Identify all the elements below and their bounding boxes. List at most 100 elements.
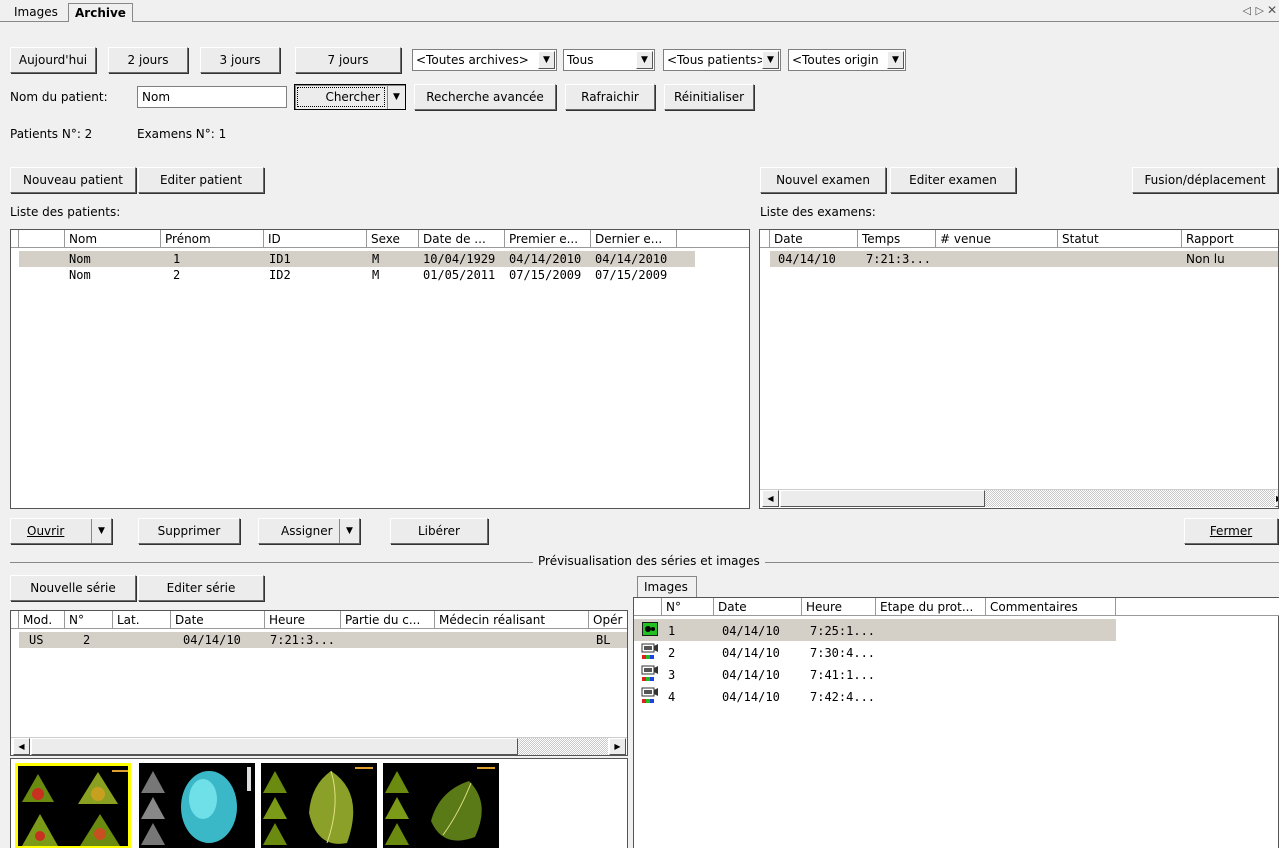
- edit-patient-button[interactable]: Editer patient: [138, 167, 264, 193]
- scrollbar-thumb[interactable]: [31, 738, 518, 755]
- column-header[interactable]: Heure: [802, 598, 876, 616]
- chevron-down-icon[interactable]: ▼: [387, 85, 405, 109]
- series-thumbnail[interactable]: [261, 763, 377, 848]
- column-header[interactable]: # venue: [936, 230, 1058, 248]
- column-header[interactable]: Prénom: [161, 230, 264, 248]
- table-cell: Non lu: [1186, 252, 1225, 266]
- column-header[interactable]: Sexe: [367, 230, 419, 248]
- close-button[interactable]: Fermer: [1184, 518, 1278, 544]
- tab-archive[interactable]: Archive: [68, 3, 133, 22]
- scroll-right-icon[interactable]: ▶: [1275, 490, 1278, 507]
- scrollbar-track[interactable]: [518, 738, 608, 755]
- release-button[interactable]: Libérer: [390, 518, 488, 544]
- 7-days-button[interactable]: 7 jours: [295, 47, 401, 73]
- chevron-down-icon[interactable]: ▼: [91, 519, 111, 543]
- column-header[interactable]: Heure: [265, 611, 341, 629]
- column-header[interactable]: Statut: [1058, 230, 1182, 248]
- reset-button[interactable]: Réinitialiser: [664, 84, 754, 110]
- table-cell: ID2: [269, 268, 291, 282]
- open-button[interactable]: Ouvrir ▼: [10, 518, 112, 544]
- table-cell: 2: [173, 268, 181, 282]
- 2-days-button[interactable]: 2 jours: [108, 47, 188, 73]
- new-exam-button[interactable]: Nouvel examen: [760, 167, 886, 193]
- column-header[interactable]: Partie du c...: [341, 611, 435, 629]
- column-header[interactable]: N°: [662, 598, 714, 616]
- 3-days-button[interactable]: 3 jours: [200, 47, 280, 73]
- patients-select[interactable]: <Tous patients> ▼: [663, 49, 781, 71]
- scrollbar-track[interactable]: [985, 490, 1275, 507]
- column-header[interactable]: Mod.: [19, 611, 65, 629]
- patients-select-value: <Tous patients>: [667, 53, 767, 67]
- assign-button[interactable]: Assigner ▼: [258, 518, 360, 544]
- table-cell: Nom: [69, 268, 91, 282]
- image-icon: [642, 622, 658, 636]
- table-cell: 10/04/1929: [423, 252, 496, 266]
- column-header[interactable]: Etape du prot...: [876, 598, 986, 616]
- new-patient-button[interactable]: Nouveau patient: [10, 167, 136, 193]
- column-header[interactable]: N°: [65, 611, 113, 629]
- advanced-search-button[interactable]: Recherche avancée: [414, 84, 556, 110]
- scroll-right-icon[interactable]: ▶: [609, 738, 626, 755]
- series-table: Mod. N° Lat. Date Heure Partie du c... M…: [10, 610, 628, 756]
- series-horizontal-scrollbar[interactable]: ◀ ▶: [11, 737, 627, 755]
- scrollbar-thumb[interactable]: [780, 490, 985, 507]
- archives-select[interactable]: <Toutes archives> ▼: [412, 49, 557, 71]
- origin-select[interactable]: <Toutes origin ▼: [788, 49, 906, 71]
- thumbnails-panel: [10, 758, 628, 848]
- search-button-label: Chercher: [297, 87, 385, 107]
- column-header[interactable]: Rapport: [1182, 230, 1278, 248]
- scroll-left-icon[interactable]: ◀: [762, 490, 779, 507]
- chevron-down-icon[interactable]: ▼: [636, 51, 653, 69]
- table-cell: US: [29, 633, 44, 647]
- close-icon[interactable]: ✕: [1267, 3, 1277, 17]
- column-header[interactable]: Commentaires: [986, 598, 1116, 616]
- column-header[interactable]: Lat.: [113, 611, 171, 629]
- delete-button[interactable]: Supprimer: [138, 518, 240, 544]
- edit-series-button[interactable]: Editer série: [138, 575, 264, 601]
- series-thumbnail[interactable]: [383, 763, 499, 848]
- edit-exam-button[interactable]: Editer examen: [890, 167, 1016, 193]
- today-button[interactable]: Aujourd'hui: [10, 47, 96, 73]
- top-tab-bar: Images Archive ◁ ▷ ✕: [0, 0, 1279, 22]
- tous-select[interactable]: Tous ▼: [563, 49, 655, 71]
- prev-arrow-icon[interactable]: ◁: [1243, 4, 1251, 17]
- patient-name-input[interactable]: Nom: [137, 86, 287, 108]
- new-series-button[interactable]: Nouvelle série: [10, 575, 136, 601]
- column-header[interactable]: Opér: [589, 611, 627, 629]
- table-cell: 2: [83, 633, 91, 647]
- column-header[interactable]: Date de ...: [419, 230, 505, 248]
- patients-table: Nom Prénom ID Sexe Date de ... Premier e…: [10, 229, 750, 509]
- table-header-spacer: [760, 230, 770, 248]
- column-header[interactable]: Date: [171, 611, 265, 629]
- column-header[interactable]: Premier e...: [505, 230, 591, 248]
- exams-horizontal-scrollbar[interactable]: ◀ ▶: [760, 489, 1278, 507]
- refresh-button[interactable]: Rafraichir: [565, 84, 655, 110]
- table-cell: 04/14/10: [183, 633, 241, 647]
- table-cell: 07/15/2009: [509, 268, 582, 282]
- table-cell: 04/14/10: [722, 624, 780, 638]
- column-header[interactable]: Temps: [858, 230, 936, 248]
- tab-images[interactable]: Images: [8, 3, 64, 22]
- column-header[interactable]: Date: [770, 230, 858, 248]
- table-cell: 7:42:4...: [810, 690, 876, 704]
- video-clip-icon: [641, 643, 658, 659]
- next-arrow-icon[interactable]: ▷: [1256, 4, 1264, 17]
- table-cell: 1: [173, 252, 181, 266]
- images-tab[interactable]: Images: [637, 576, 697, 598]
- column-header[interactable]: Nom: [65, 230, 161, 248]
- table-header-spacer: [1116, 598, 1279, 616]
- column-header[interactable]: ID: [264, 230, 367, 248]
- series-thumbnail[interactable]: [139, 763, 255, 848]
- search-button[interactable]: Chercher ▼: [294, 84, 406, 110]
- column-header[interactable]: Médecin réalisant: [435, 611, 589, 629]
- chevron-down-icon[interactable]: ▼: [538, 51, 555, 69]
- chevron-down-icon[interactable]: ▼: [887, 51, 904, 69]
- merge-move-button[interactable]: Fusion/déplacement: [1132, 167, 1278, 193]
- series-thumbnail[interactable]: [15, 763, 131, 848]
- column-header[interactable]: Dernier e...: [591, 230, 677, 248]
- chevron-down-icon[interactable]: ▼: [339, 519, 359, 543]
- tous-select-value: Tous: [567, 53, 594, 67]
- chevron-down-icon[interactable]: ▼: [762, 51, 779, 69]
- column-header[interactable]: Date: [714, 598, 802, 616]
- scroll-left-icon[interactable]: ◀: [13, 738, 30, 755]
